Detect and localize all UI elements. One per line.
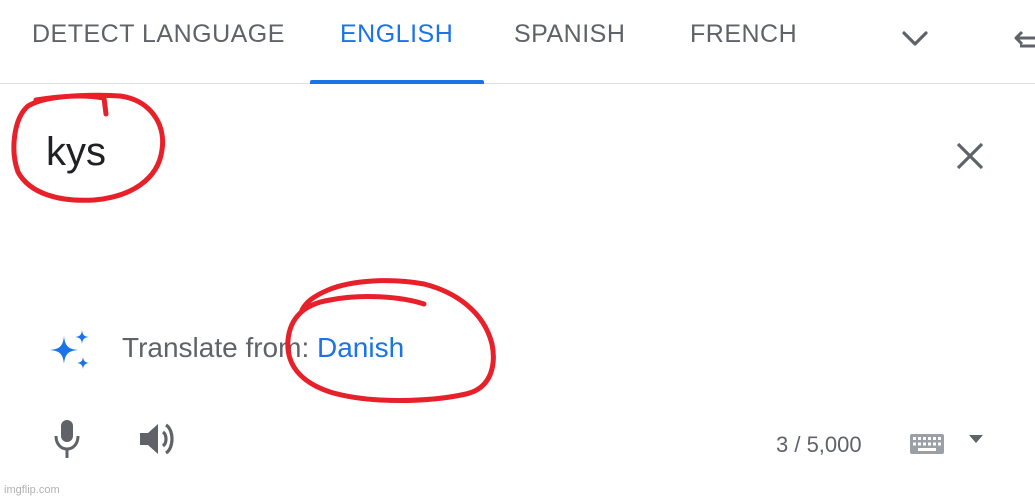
keyboard-icon[interactable] <box>910 434 944 454</box>
microphone-icon[interactable] <box>52 418 82 460</box>
speaker-icon[interactable] <box>138 420 178 458</box>
tab-english[interactable]: ENGLISH <box>340 20 453 56</box>
close-icon[interactable] <box>954 140 986 172</box>
tab-detect-language[interactable]: DETECT LANGUAGE <box>32 20 285 56</box>
tab-french[interactable]: FRENCH <box>690 20 797 56</box>
source-text[interactable]: kys <box>46 130 106 175</box>
sparkle-icon <box>50 330 89 369</box>
tab-spanish[interactable]: SPANISH <box>514 20 625 56</box>
character-count: 3 / 5,000 <box>776 432 862 457</box>
caret-down-icon[interactable] <box>968 434 984 444</box>
suggested-language-link[interactable]: Danish <box>317 332 404 363</box>
swap-languages-icon[interactable] <box>1012 26 1035 54</box>
suggestion-text: Translate from: Danish <box>122 332 404 364</box>
active-tab-indicator <box>310 80 484 84</box>
language-tab-bar: DETECT LANGUAGE ENGLISH SPANISH FRENCH <box>0 0 1035 84</box>
suggestion-prefix: Translate from: <box>122 332 318 363</box>
watermark: imgflip.com <box>4 484 60 496</box>
chevron-down-icon[interactable] <box>900 26 930 50</box>
